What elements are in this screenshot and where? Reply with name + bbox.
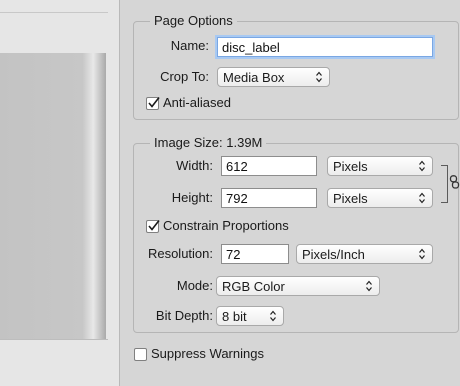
width-input[interactable] [221, 156, 317, 176]
settings-panel: Page Options Name: Crop To: Media Box An… [120, 0, 460, 386]
chain-link-icon[interactable] [449, 175, 460, 189]
height-unit-select[interactable]: Pixels [327, 188, 433, 208]
image-size-title: Image Size: 1.39M [150, 135, 267, 150]
bit-depth-select[interactable]: 8 bit [216, 306, 284, 326]
height-label: Height: [171, 190, 213, 205]
height-unit-value: Pixels [333, 191, 368, 206]
name-input[interactable] [217, 37, 433, 57]
bit-depth-value: 8 bit [222, 309, 247, 324]
page-options-title: Page Options [150, 13, 237, 28]
suppress-warnings-label: Suppress Warnings [151, 346, 264, 361]
constrain-proportions-label: Constrain Proportions [163, 218, 289, 233]
width-unit-value: Pixels [333, 159, 368, 174]
suppress-warnings-box [134, 348, 147, 361]
constrain-proportions-checkbox[interactable]: Constrain Proportions [146, 218, 326, 236]
antialiased-label: Anti-aliased [163, 95, 231, 110]
bit-depth-label: Bit Depth: [155, 308, 213, 323]
mode-value: RGB Color [222, 279, 285, 294]
checkmark-icon [148, 97, 160, 108]
resolution-unit-value: Pixels/Inch [302, 247, 365, 262]
antialiased-box [146, 97, 160, 110]
crop-to-select[interactable]: Media Box [217, 67, 330, 87]
resolution-unit-select[interactable]: Pixels/Inch [296, 244, 433, 264]
chevron-updown-icon [316, 71, 322, 83]
crop-to-value: Media Box [223, 70, 285, 85]
width-label: Width: [176, 158, 213, 173]
resolution-input[interactable] [221, 244, 289, 264]
preview-canvas [0, 53, 106, 339]
resolution-label: Resolution: [147, 246, 213, 261]
chevron-updown-icon [419, 248, 425, 260]
chevron-updown-icon [270, 310, 276, 322]
preview-bottom-edge [0, 339, 108, 340]
mode-label: Mode: [176, 278, 213, 293]
mode-select[interactable]: RGB Color [216, 276, 380, 296]
chevron-updown-icon [419, 160, 425, 172]
suppress-warnings-checkbox[interactable]: Suppress Warnings [134, 346, 294, 364]
preview-top-edge [0, 12, 108, 13]
constrain-box [146, 220, 160, 233]
checkmark-icon [148, 220, 160, 231]
antialiased-checkbox[interactable]: Anti-aliased [146, 95, 266, 113]
name-label: Name: [170, 38, 209, 53]
width-unit-select[interactable]: Pixels [327, 156, 433, 176]
constrain-bracket [441, 165, 448, 203]
chevron-updown-icon [419, 192, 425, 204]
height-input[interactable] [221, 188, 317, 208]
chevron-updown-icon [366, 280, 372, 292]
preview-pane [0, 0, 120, 386]
crop-to-label: Crop To: [160, 69, 209, 84]
